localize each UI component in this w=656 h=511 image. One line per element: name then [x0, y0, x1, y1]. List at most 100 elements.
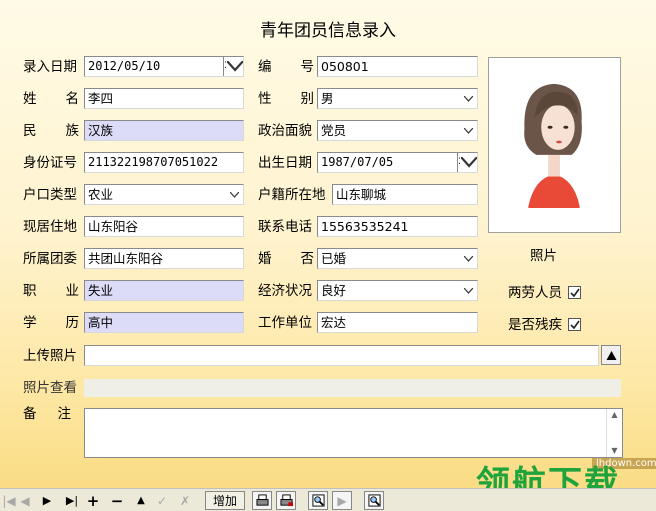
minus-icon[interactable]: −	[110, 491, 124, 510]
view-photo-bar[interactable]	[84, 379, 621, 397]
political-value: 党员	[321, 123, 347, 138]
label-hukou-place: 户籍所在地	[258, 187, 326, 203]
up-icon[interactable]: ▲	[134, 491, 148, 510]
play-icon[interactable]: ▶	[332, 491, 352, 510]
political-select[interactable]: 党员	[317, 120, 478, 141]
chevron-down-icon[interactable]	[459, 121, 477, 140]
name-field[interactable]: 李四	[84, 88, 244, 109]
label-league-unit: 所属团委	[23, 251, 77, 267]
add-button[interactable]: 增加	[205, 491, 245, 510]
label-workplace: 工作单位	[258, 315, 312, 331]
label-part: 别	[300, 91, 315, 107]
label-ethnicity: 民族	[23, 121, 79, 141]
league-unit-field[interactable]: 共团山东阳谷	[84, 248, 244, 269]
label-gender: 性别	[258, 89, 314, 109]
next-icon[interactable]: ▶	[40, 491, 54, 510]
marital-value: 已婚	[321, 251, 347, 266]
chevron-down-icon[interactable]	[459, 89, 477, 108]
cancel-icon[interactable]: ✗	[178, 491, 192, 510]
date-dropdown-button[interactable]: ⁚	[223, 57, 243, 76]
chevron-down-icon[interactable]	[459, 281, 477, 300]
label-entry-date: 录入日期	[23, 59, 77, 75]
last-icon[interactable]: ▶|	[63, 491, 81, 510]
label-part: 姓	[23, 91, 37, 107]
address-field[interactable]: 山东阳谷	[84, 216, 244, 237]
hukou-place-field[interactable]: 山东聊城	[332, 184, 478, 205]
label-labor-person: 两劳人员	[508, 285, 562, 301]
plus-icon[interactable]: +	[86, 491, 100, 510]
label-part: 性	[258, 91, 272, 107]
label-part: 历	[65, 315, 80, 331]
print-preview-icon[interactable]	[276, 491, 296, 510]
labor-person-checkbox[interactable]	[568, 286, 581, 299]
label-economy: 经济状况	[258, 283, 312, 299]
birthdate-field[interactable]: 1987/07/05 ⁚	[317, 152, 478, 173]
label-birthdate: 出生日期	[258, 155, 312, 171]
workplace-field[interactable]: 宏达	[317, 312, 478, 333]
chevron-down-icon	[460, 157, 477, 168]
label-view-photo: 照片查看	[23, 380, 77, 396]
label-part: 族	[65, 123, 80, 139]
label-id-card: 身份证号	[23, 155, 77, 171]
label-political: 政治面貌	[258, 123, 312, 139]
label-part: 号	[300, 59, 315, 75]
scroll-up-icon[interactable]: ▲	[607, 409, 622, 421]
ethnicity-field[interactable]: 汉族	[84, 120, 244, 141]
id-no-field[interactable]: 050801	[317, 56, 478, 77]
label-part: 职	[23, 283, 37, 299]
form-title: 青年团员信息录入	[260, 21, 396, 41]
label-name: 姓名	[23, 89, 79, 109]
label-upload-photo: 上传照片	[23, 348, 77, 364]
phone-field[interactable]: 15563535241	[317, 216, 478, 237]
entry-date-value: 2012/05/10	[88, 59, 161, 73]
chevron-down-icon[interactable]	[459, 249, 477, 268]
label-phone: 联系电话	[258, 219, 312, 235]
hukou-type-value: 农业	[88, 187, 114, 202]
label-remark: 备注	[23, 404, 71, 424]
scrollbar[interactable]: ▲ ▼	[606, 409, 622, 457]
birthdate-value: 1987/07/05	[321, 155, 394, 169]
check-icon[interactable]: ✓	[155, 491, 169, 510]
label-part: 婚	[258, 251, 272, 267]
date-dropdown-button[interactable]: ⁚	[457, 153, 477, 172]
photo-frame	[488, 57, 621, 233]
hukou-type-select[interactable]: 农业	[84, 184, 244, 205]
education-field[interactable]: 高中	[84, 312, 244, 333]
chevron-down-icon[interactable]	[225, 185, 243, 204]
label-part: 备	[23, 406, 37, 422]
checkmark-icon	[569, 320, 580, 329]
print-icon[interactable]	[252, 491, 272, 510]
occupation-field[interactable]: 失业	[84, 280, 244, 301]
label-part: 学	[23, 315, 37, 331]
gender-value: 男	[321, 91, 334, 106]
label-education: 学历	[23, 313, 79, 333]
id-card-field[interactable]: 211322198707051022	[84, 152, 244, 173]
label-marital: 婚否	[258, 249, 314, 269]
prev-icon[interactable]: ◀	[18, 491, 32, 510]
find-icon[interactable]	[364, 491, 384, 510]
label-part: 名	[65, 91, 80, 107]
remark-textarea[interactable]: ▲ ▼	[84, 408, 623, 458]
record-toolbar: |◀ ◀ ▶ ▶| + − ▲ ✓ ✗ 增加 ▶	[0, 488, 656, 511]
search-icon[interactable]	[308, 491, 328, 510]
label-part: 注	[57, 406, 72, 422]
label-part: 编	[258, 59, 272, 75]
economy-value: 良好	[321, 283, 347, 298]
label-part: 否	[300, 251, 315, 267]
label-id-no: 编号	[258, 57, 314, 77]
economy-select[interactable]: 良好	[317, 280, 478, 301]
first-icon[interactable]: |◀	[2, 491, 16, 510]
entry-date-field[interactable]: 2012/05/10 ⁚	[84, 56, 244, 77]
portrait-image	[489, 58, 620, 232]
gender-select[interactable]: 男	[317, 88, 478, 109]
upload-photo-field[interactable]	[84, 345, 599, 366]
triangle-up-icon	[606, 350, 616, 360]
label-disabled: 是否残疾	[508, 317, 562, 333]
disabled-checkbox[interactable]	[568, 318, 581, 331]
label-address: 现居住地	[23, 219, 77, 235]
marital-select[interactable]: 已婚	[317, 248, 478, 269]
upload-button[interactable]	[601, 345, 621, 365]
label-hukou-type: 户口类型	[23, 187, 77, 203]
photo-caption: 照片	[530, 248, 557, 264]
label-part: 民	[23, 123, 37, 139]
